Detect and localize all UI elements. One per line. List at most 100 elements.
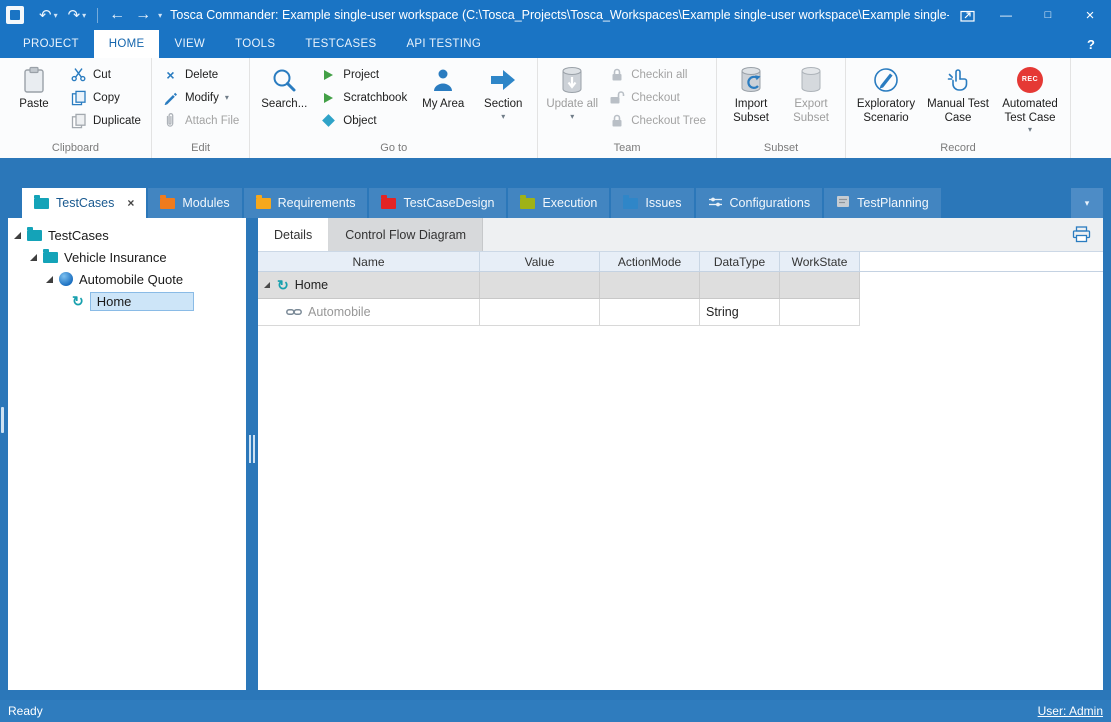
close-button[interactable]: × — [1069, 0, 1111, 30]
menu-tab-view[interactable]: VIEW — [159, 30, 220, 58]
tree-item-label: Vehicle Insurance — [64, 250, 167, 265]
grid-cell-actionmode[interactable] — [600, 272, 700, 299]
workspace-tab-testcasedesign[interactable]: TestCaseDesign — [369, 188, 506, 218]
panel-splitter[interactable] — [246, 218, 258, 690]
automated-dropdown-icon[interactable]: ▾ — [1028, 125, 1032, 135]
grid-cell-value[interactable] — [480, 272, 600, 299]
grid-cell-name[interactable]: Automobile — [258, 299, 480, 326]
group-label-clipboard: Clipboard — [0, 140, 151, 158]
maximize-button[interactable]: □ — [1027, 0, 1069, 30]
copy-button[interactable]: Copy — [65, 86, 146, 109]
team-small-buttons: Checkin all Checkout Checkout Tree — [603, 61, 711, 140]
navigate-back-button[interactable]: ← — [104, 0, 130, 30]
goto-project-button[interactable]: Project — [315, 63, 412, 86]
grid-cell-workstate[interactable] — [780, 272, 860, 299]
workspace-tab-testplanning[interactable]: TestPlanning — [824, 188, 941, 218]
menu-tab-testcases[interactable]: TESTCASES — [290, 30, 391, 58]
section-dropdown-icon[interactable]: ▾ — [501, 112, 505, 122]
undo-dropdown-icon[interactable]: ▾ — [54, 11, 58, 20]
workspace: TestCases × Modules Requirements TestCas… — [0, 158, 1111, 700]
grid-cell-datatype[interactable] — [700, 272, 780, 299]
workspace-tab-requirements[interactable]: Requirements — [244, 188, 368, 218]
navigate-forward-button[interactable]: → — [130, 0, 156, 30]
update-all-dropdown-icon[interactable]: ▾ — [570, 112, 574, 122]
cut-button[interactable]: Cut — [65, 63, 146, 86]
tab-overflow-button[interactable]: ▾ — [1071, 188, 1103, 218]
tree-item-testcases[interactable]: TestCases — [8, 224, 246, 246]
exploratory-scenario-button[interactable]: Exploratory Scenario — [851, 61, 921, 140]
workspace-tab-issues[interactable]: Issues — [611, 188, 693, 218]
menu-tab-api-testing[interactable]: API TESTING — [391, 30, 496, 58]
grid-row-home[interactable]: ↻ Home — [258, 272, 1103, 299]
workspace-popout-button[interactable] — [949, 0, 985, 30]
column-header-datatype[interactable]: DataType — [700, 252, 780, 271]
close-tab-icon[interactable]: × — [127, 196, 134, 210]
goto-small-buttons: Project Scratchbook Object — [315, 61, 412, 140]
row-expander-icon[interactable] — [264, 282, 270, 288]
manual-test-case-button[interactable]: Manual Test Case — [923, 61, 993, 140]
search-button[interactable]: Search... — [255, 61, 313, 140]
checkin-all-button[interactable]: Checkin all — [603, 63, 711, 86]
left-splitter-grip[interactable] — [1, 407, 4, 433]
grid-cell-actionmode[interactable] — [600, 299, 700, 326]
goto-object-button[interactable]: Object — [315, 109, 412, 132]
attach-file-button[interactable]: Attach File — [157, 109, 244, 132]
tree-item-home[interactable]: ↻ Home — [8, 290, 246, 312]
workspace-tab-modules[interactable]: Modules — [148, 188, 241, 218]
unlock-icon — [608, 90, 625, 105]
redo-button[interactable]: ↷ ▾ — [63, 0, 92, 30]
menu-tab-tools[interactable]: TOOLS — [220, 30, 290, 58]
grid-cell-workstate[interactable] — [780, 299, 860, 326]
configurations-icon — [708, 196, 723, 211]
section-button[interactable]: Section ▾ — [474, 61, 532, 140]
export-subset-button[interactable]: Export Subset — [782, 61, 840, 140]
modify-dropdown-icon[interactable]: ▾ — [225, 93, 229, 103]
workspace-tab-testcases[interactable]: TestCases × — [22, 188, 146, 218]
grid-cell-datatype[interactable]: String — [700, 299, 780, 326]
tab-control-flow-diagram[interactable]: Control Flow Diagram — [329, 218, 483, 251]
minimize-button[interactable]: — — [985, 0, 1027, 30]
grid-cell-name[interactable]: ↻ Home — [258, 272, 480, 299]
column-header-value[interactable]: Value — [480, 252, 600, 271]
tree-item-vehicle-insurance[interactable]: Vehicle Insurance — [8, 246, 246, 268]
expander-icon[interactable] — [30, 254, 37, 261]
update-all-button[interactable]: Update all ▾ — [543, 61, 601, 140]
modify-icon — [162, 91, 179, 105]
grid-cell-value[interactable] — [480, 299, 600, 326]
menu-tab-home[interactable]: HOME — [94, 30, 160, 58]
tree-item-automobile-quote[interactable]: Automobile Quote — [8, 268, 246, 290]
undo-button[interactable]: ↶ ▾ — [34, 0, 63, 30]
menu-tab-project[interactable]: PROJECT — [8, 30, 94, 58]
status-user-link[interactable]: User: Admin — [1038, 704, 1103, 718]
paste-button[interactable]: Paste — [5, 61, 63, 140]
hand-pointer-icon — [945, 64, 971, 96]
quick-access-dropdown-icon[interactable]: ▾ — [158, 11, 162, 20]
print-button[interactable] — [1072, 218, 1103, 251]
title-bar: ↶ ▾ ↷ ▾ ← → ▾ Tosca Commander: Example s… — [0, 0, 1111, 30]
popout-icon — [960, 9, 975, 22]
workspace-tab-execution[interactable]: Execution — [508, 188, 609, 218]
duplicate-button[interactable]: Duplicate — [65, 109, 146, 132]
checkout-tree-button[interactable]: Checkout Tree — [603, 109, 711, 132]
rec-icon: REC — [1017, 64, 1043, 96]
column-header-workstate[interactable]: WorkState — [780, 252, 860, 271]
redo-dropdown-icon[interactable]: ▾ — [82, 11, 86, 20]
automated-test-case-button[interactable]: REC Automated Test Case ▾ — [995, 61, 1065, 140]
expander-icon[interactable] — [46, 276, 53, 283]
delete-button[interactable]: × Delete — [157, 63, 244, 86]
column-header-filler — [860, 252, 1103, 271]
back-icon: ← — [109, 7, 125, 23]
grid-row-automobile[interactable]: Automobile String — [258, 299, 1103, 326]
column-header-name[interactable]: Name — [258, 252, 480, 271]
tab-details[interactable]: Details — [258, 218, 329, 251]
goto-scratchbook-button[interactable]: Scratchbook — [315, 86, 412, 109]
column-header-actionmode[interactable]: ActionMode — [600, 252, 700, 271]
workspace-tab-configurations[interactable]: Configurations — [696, 188, 823, 218]
modify-button[interactable]: Modify ▾ — [157, 86, 244, 109]
expander-icon[interactable] — [14, 232, 21, 239]
import-subset-button[interactable]: Import Subset — [722, 61, 780, 140]
my-area-button[interactable]: My Area — [414, 61, 472, 140]
checkout-button[interactable]: Checkout — [603, 86, 711, 109]
grid-row-filler — [860, 299, 1103, 326]
help-button[interactable]: ? — [1075, 30, 1107, 58]
